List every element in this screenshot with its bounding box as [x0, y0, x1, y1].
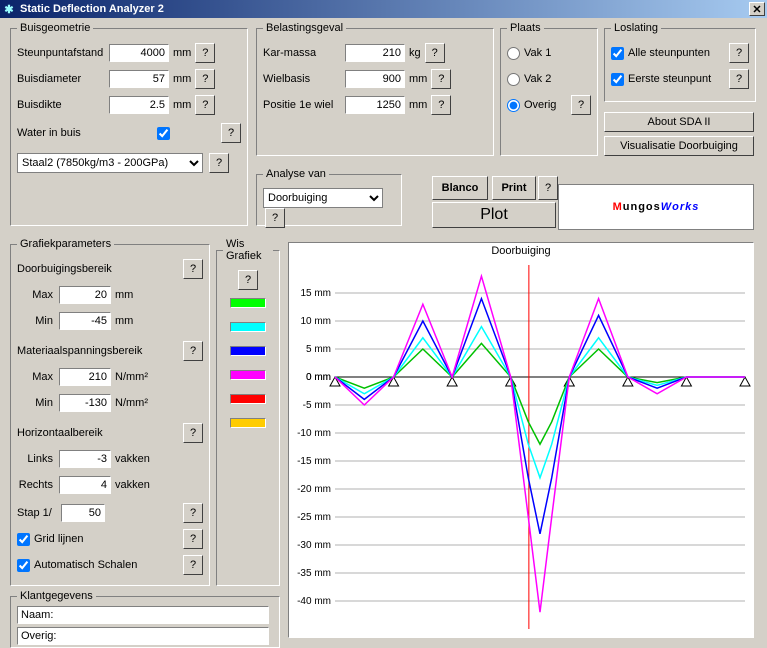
help-button[interactable]: ?: [183, 341, 203, 361]
grafiekparameters-group: Grafiekparameters Doorbuigingsbereik? Ma…: [10, 238, 210, 586]
svg-text:-10 mm: -10 mm: [297, 428, 331, 439]
buisgeometrie-legend: Buisgeometrie: [17, 22, 93, 34]
eerste-checkbox[interactable]: [611, 73, 624, 86]
help-button[interactable]: ?: [209, 153, 229, 173]
steunpuntafstand-unit: mm: [173, 47, 191, 59]
wielbasis-input[interactable]: [345, 70, 405, 88]
steunpuntafstand-label: Steunpuntafstand: [17, 47, 109, 59]
help-button[interactable]: ?: [729, 69, 749, 89]
svg-text:0 mm: 0 mm: [306, 372, 331, 383]
blanco-button[interactable]: Blanco: [432, 176, 488, 200]
klantgegevens-group: Klantgegevens: [10, 590, 280, 648]
buisdikte-input[interactable]: [109, 96, 169, 114]
close-button[interactable]: ✕: [749, 2, 765, 16]
stap-input[interactable]: [61, 504, 105, 522]
visualisatie-button[interactable]: Visualisatie Doorbuiging: [604, 136, 754, 156]
analyse-group: Analyse van Doorbuiging ?: [256, 168, 402, 226]
mat-max-input[interactable]: [59, 368, 111, 386]
doorb-min-input[interactable]: [59, 312, 111, 330]
auto-checkbox[interactable]: [17, 559, 30, 572]
help-button[interactable]: ?: [183, 259, 203, 279]
svg-text:15 mm: 15 mm: [300, 288, 331, 299]
help-button[interactable]: ?: [571, 95, 591, 115]
svg-text:-35 mm: -35 mm: [297, 568, 331, 579]
help-button[interactable]: ?: [425, 43, 445, 63]
belastingsgeval-group: Belastingsgeval Kar-massa kg ? Wielbasis…: [256, 22, 494, 156]
branding-logo: MungosWorks: [558, 184, 754, 230]
help-button[interactable]: ?: [265, 208, 285, 228]
chart-title: Doorbuiging: [289, 243, 753, 257]
help-button[interactable]: ?: [729, 43, 749, 63]
positie-input[interactable]: [345, 96, 405, 114]
color-swatch-1[interactable]: [230, 322, 266, 332]
help-button[interactable]: ?: [238, 270, 258, 290]
help-button[interactable]: ?: [183, 555, 203, 575]
print-button[interactable]: Print: [492, 176, 536, 200]
buisgeometrie-group: Buisgeometrie Steunpuntafstand mm ? Buis…: [10, 22, 248, 226]
analyse-select[interactable]: Doorbuiging: [263, 188, 383, 208]
vak1-radio[interactable]: [507, 47, 520, 60]
mat-min-input[interactable]: [59, 394, 111, 412]
wis-grafiek-group: Wis Grafiek ?: [216, 238, 280, 586]
alle-checkbox[interactable]: [611, 47, 624, 60]
help-button[interactable]: ?: [431, 95, 451, 115]
help-button[interactable]: ?: [183, 423, 203, 443]
chart-plot: 15 mm 10 mm 5 mm 0 mm -5 mm -10 mm -15 mm -20 m…: [289, 257, 753, 637]
overig-radio[interactable]: [507, 99, 520, 112]
color-swatch-3[interactable]: [230, 370, 266, 380]
about-button[interactable]: About SDA II: [604, 112, 754, 132]
vak2-radio[interactable]: [507, 73, 520, 86]
plot-button[interactable]: Plot: [432, 202, 556, 228]
grid-checkbox[interactable]: [17, 533, 30, 546]
buisdikte-label: Buisdikte: [17, 99, 109, 111]
titlebar: ✱ Static Deflection Analyzer 2 ✕: [0, 0, 767, 18]
doorb-max-input[interactable]: [59, 286, 111, 304]
material-select[interactable]: Staal2 (7850kg/m3 - 200GPa): [17, 153, 203, 173]
svg-text:5 mm: 5 mm: [306, 344, 331, 355]
help-button[interactable]: ?: [195, 95, 215, 115]
color-swatch-0[interactable]: [230, 298, 266, 308]
chart-area: Doorbuiging 15 mm 10 mm 5 mm 0 mm -5 mm -10 m…: [288, 242, 754, 638]
svg-text:-20 mm: -20 mm: [297, 484, 331, 495]
buisdiameter-label: Buisdiameter: [17, 73, 109, 85]
svg-text:-25 mm: -25 mm: [297, 512, 331, 523]
svg-text:-30 mm: -30 mm: [297, 540, 331, 551]
help-button[interactable]: ?: [183, 529, 203, 549]
svg-text:10 mm: 10 mm: [300, 316, 331, 327]
help-button[interactable]: ?: [538, 176, 558, 200]
help-button[interactable]: ?: [431, 69, 451, 89]
help-button[interactable]: ?: [221, 123, 241, 143]
help-button[interactable]: ?: [195, 43, 215, 63]
color-swatch-2[interactable]: [230, 346, 266, 356]
karmassa-input[interactable]: [345, 44, 405, 62]
links-input[interactable]: [59, 450, 111, 468]
svg-text:-5 mm: -5 mm: [303, 400, 331, 411]
help-button[interactable]: ?: [183, 503, 203, 523]
overig-input[interactable]: [17, 627, 269, 645]
naam-input[interactable]: [17, 606, 269, 624]
window-title: Static Deflection Analyzer 2: [20, 3, 164, 15]
svg-text:-15 mm: -15 mm: [297, 456, 331, 467]
rechts-input[interactable]: [59, 476, 111, 494]
color-swatch-4[interactable]: [230, 394, 266, 404]
svg-text:-40 mm: -40 mm: [297, 596, 331, 607]
color-swatch-5[interactable]: [230, 418, 266, 428]
buisdiameter-input[interactable]: [109, 70, 169, 88]
help-button[interactable]: ?: [195, 69, 215, 89]
water-label: Water in buis: [17, 127, 157, 139]
app-icon: ✱: [2, 2, 16, 16]
plaats-group: Plaats Vak 1 Vak 2 Overig ?: [500, 22, 598, 156]
water-checkbox[interactable]: [157, 127, 170, 140]
steunpuntafstand-input[interactable]: [109, 44, 169, 62]
loslating-group: Loslating Alle steunpunten ? Eerste steu…: [604, 22, 756, 102]
